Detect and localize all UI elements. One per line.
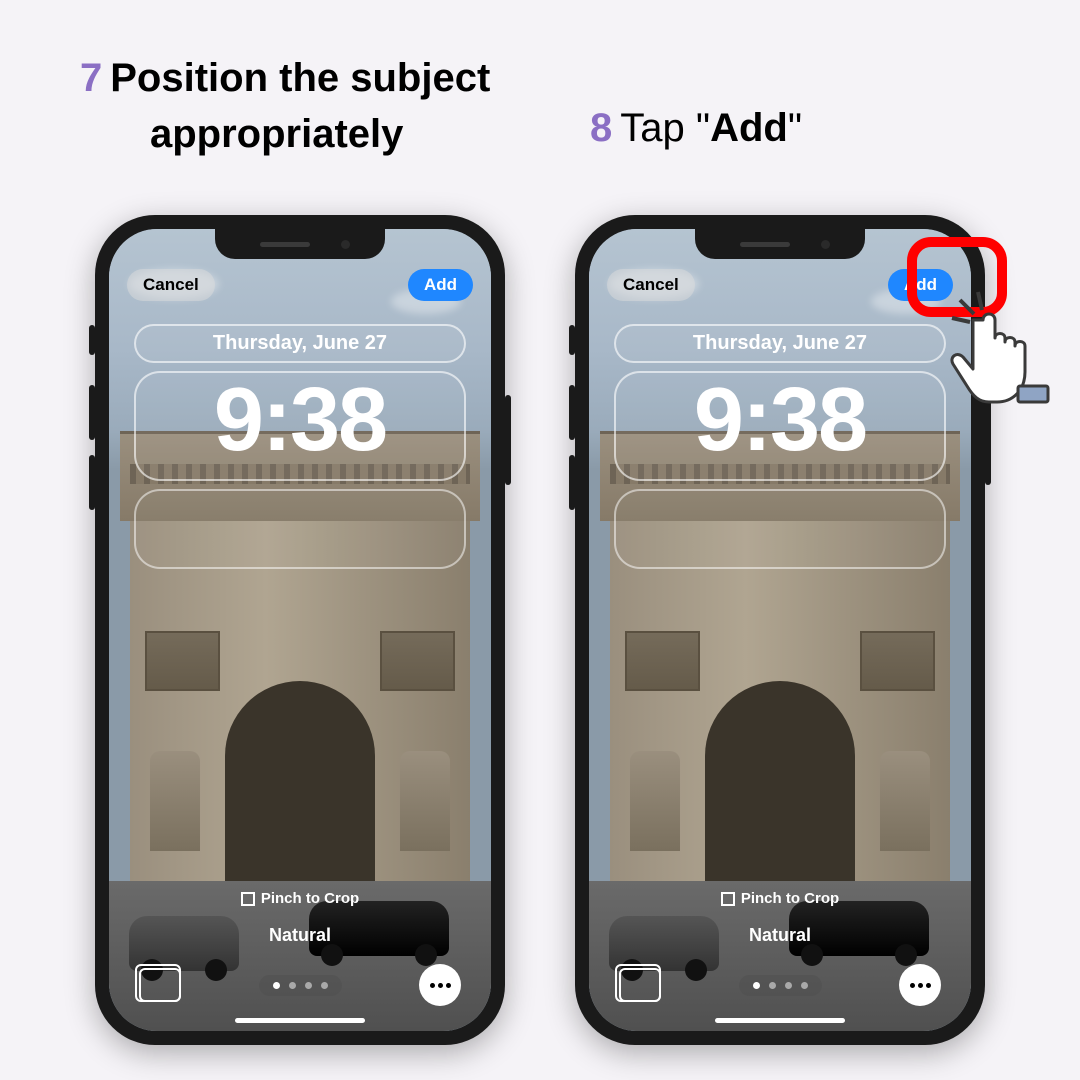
- more-button[interactable]: [419, 964, 461, 1006]
- step-7-number: 7: [80, 56, 102, 100]
- step-8-quote-open: ": [696, 106, 710, 150]
- step-8-bold: Add: [710, 106, 788, 150]
- phone-mockup-left: Cancel Add Thursday, June 27 9:38 Pinch …: [95, 215, 505, 1045]
- home-indicator[interactable]: [715, 1018, 845, 1023]
- pinch-to-crop-label: Pinch to Crop: [589, 890, 971, 907]
- photos-button-icon[interactable]: [619, 968, 661, 1002]
- more-button[interactable]: [899, 964, 941, 1006]
- crop-icon: [721, 892, 735, 906]
- page-dots[interactable]: [739, 975, 822, 996]
- volume-down-button: [569, 455, 575, 510]
- step-7-text-line1: Position the subject: [110, 56, 490, 100]
- step-8-prefix: Tap: [620, 106, 696, 150]
- volume-down-button: [89, 455, 95, 510]
- cancel-button[interactable]: Cancel: [607, 269, 695, 301]
- mute-switch: [89, 325, 95, 355]
- widgets-slot[interactable]: [614, 489, 946, 569]
- tap-pointer-icon: [950, 290, 1070, 410]
- phone-screen[interactable]: Cancel Add Thursday, June 27 9:38 Pinch …: [589, 229, 971, 1031]
- filter-name-label[interactable]: Natural: [589, 925, 971, 946]
- add-button[interactable]: Add: [408, 269, 473, 301]
- date-widget[interactable]: Thursday, June 27: [614, 324, 946, 363]
- time-label: 9:38: [136, 373, 464, 465]
- home-indicator[interactable]: [235, 1018, 365, 1023]
- mute-switch: [569, 325, 575, 355]
- volume-up-button: [89, 385, 95, 440]
- power-button: [505, 395, 511, 485]
- volume-up-button: [569, 385, 575, 440]
- date-widget[interactable]: Thursday, June 27: [134, 324, 466, 363]
- step-8-instruction: 8Tap "Add": [590, 100, 802, 156]
- time-widget[interactable]: 9:38: [614, 371, 946, 481]
- photos-button-icon[interactable]: [139, 968, 181, 1002]
- phone-mockup-right: Cancel Add Thursday, June 27 9:38 Pinch …: [575, 215, 985, 1045]
- step-8-quote-close: ": [788, 106, 802, 150]
- notch: [215, 229, 385, 259]
- step-7-text-line2: appropriately: [150, 106, 520, 162]
- time-label: 9:38: [616, 373, 944, 465]
- page-dots[interactable]: [259, 975, 342, 996]
- notch: [695, 229, 865, 259]
- phone-screen[interactable]: Cancel Add Thursday, June 27 9:38 Pinch …: [109, 229, 491, 1031]
- filter-name-label[interactable]: Natural: [109, 925, 491, 946]
- crop-icon: [241, 892, 255, 906]
- step-7-instruction: 7Position the subject appropriately: [80, 50, 520, 162]
- step-8-number: 8: [590, 106, 612, 150]
- time-widget[interactable]: 9:38: [134, 371, 466, 481]
- pinch-to-crop-label: Pinch to Crop: [109, 890, 491, 907]
- cancel-button[interactable]: Cancel: [127, 269, 215, 301]
- widgets-slot[interactable]: [134, 489, 466, 569]
